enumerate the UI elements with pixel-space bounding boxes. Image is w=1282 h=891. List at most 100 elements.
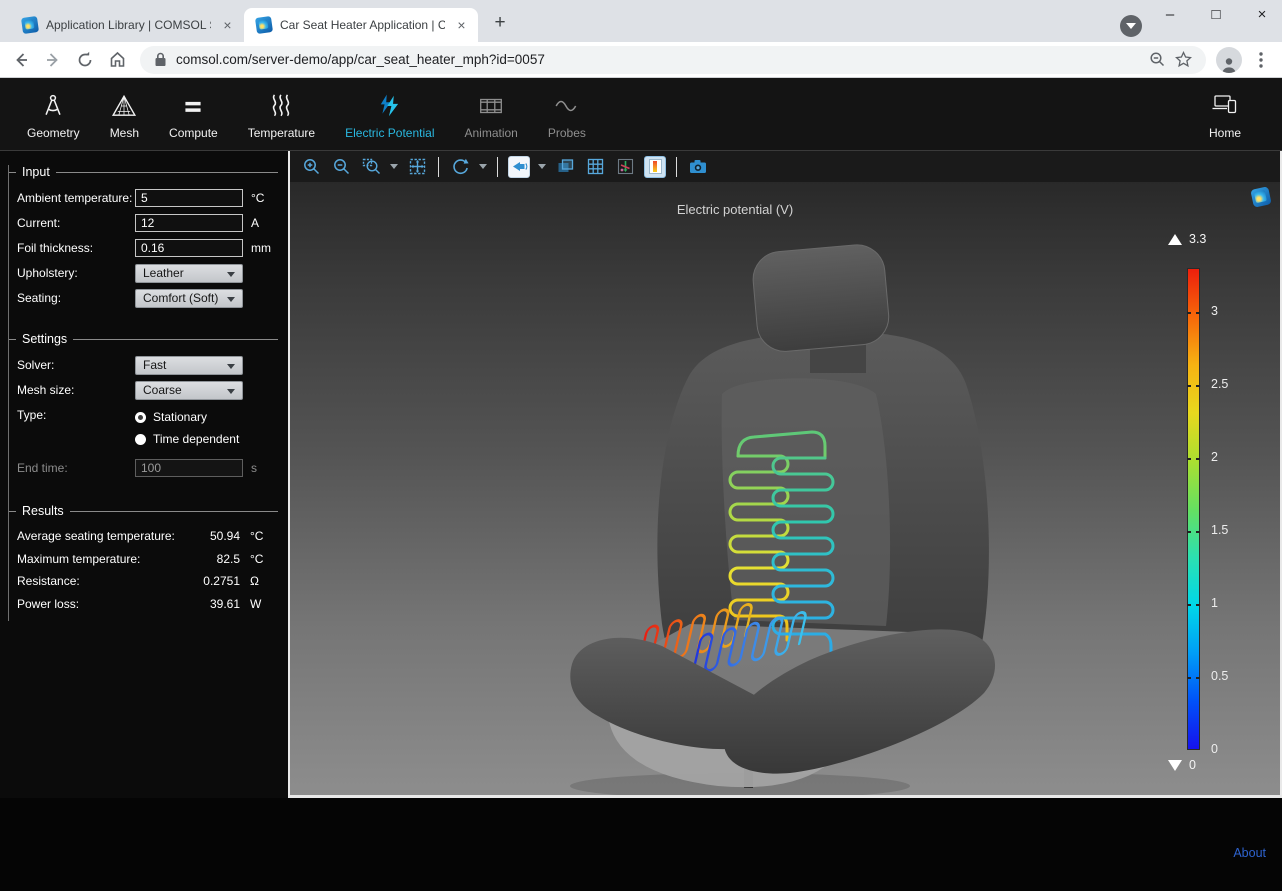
solver-dropdown[interactable]: Fast [135, 356, 243, 375]
mesh-size-dropdown[interactable]: Coarse [135, 381, 243, 400]
colorbar [1187, 268, 1200, 750]
mesh-size-label: Mesh size: [17, 383, 135, 397]
radio-button-icon[interactable] [135, 412, 146, 423]
result-row-maximum-temperature: Maximum temperature: 82.5 °C [9, 548, 288, 571]
transparency-button[interactable] [554, 156, 576, 178]
ribbon-item-compute[interactable]: Compute [154, 89, 233, 140]
rotate-view-button[interactable] [449, 156, 471, 178]
result-value: 0.2751 [203, 574, 240, 588]
browser-tab-strip: Application Library | COMSOL Se × Car Se… [0, 0, 1282, 42]
ribbon-label: Temperature [248, 126, 315, 140]
upholstery-label: Upholstery: [17, 266, 135, 280]
app-ribbon: Geometry Mesh Compute Temperature Elec [0, 78, 1282, 150]
colorbar-tick: 1.5 [1211, 523, 1251, 537]
plot-canvas[interactable]: Electric potential (V) [290, 182, 1280, 795]
browser-tab-application-library[interactable]: Application Library | COMSOL Se × [10, 8, 244, 42]
ribbon-item-probes: Probes [533, 89, 601, 140]
radio-time-dependent[interactable]: Time dependent [135, 428, 239, 450]
unit-label: mm [251, 241, 277, 255]
color-legend-icon [649, 159, 662, 174]
graphics-toolbar [290, 151, 1280, 182]
tab-close-icon[interactable]: × [219, 17, 236, 34]
triangle-down-icon [1168, 760, 1182, 771]
unit-label: °C [250, 529, 274, 543]
radio-label: Time dependent [153, 432, 239, 446]
compass-icon [40, 89, 66, 119]
ribbon-item-electric-potential[interactable]: Electric Potential [330, 89, 449, 140]
sine-wave-icon [554, 89, 580, 119]
profile-avatar[interactable] [1216, 47, 1242, 73]
radio-button-icon[interactable] [135, 434, 146, 445]
screenshot-camera-button[interactable] [687, 156, 709, 178]
close-button[interactable]: × [1252, 6, 1272, 23]
radio-stationary[interactable]: Stationary [135, 406, 239, 428]
zoom-out-indicator-icon[interactable] [1149, 51, 1166, 68]
ribbon-label: Geometry [27, 126, 80, 140]
colorbar-tick: 2 [1211, 450, 1251, 464]
address-bar[interactable]: comsol.com/server-demo/app/car_seat_heat… [140, 46, 1206, 74]
ribbon-item-mesh[interactable]: Mesh [95, 89, 154, 140]
car-seat-3d-plot[interactable] [290, 194, 1280, 795]
results-section-header: Results [9, 504, 278, 518]
seat-back-insert [722, 378, 890, 626]
seat-headrest [751, 243, 891, 354]
zoom-box-dropdown-caret[interactable] [390, 164, 398, 173]
current-input[interactable] [135, 214, 243, 232]
ribbon-item-home[interactable]: Home [1194, 89, 1256, 140]
plot-settings-button[interactable] [614, 156, 636, 178]
rotate-dropdown-caret[interactable] [479, 164, 487, 173]
tab-close-icon[interactable]: × [453, 17, 470, 34]
lightning-bolts-icon [377, 89, 403, 119]
minimize-button[interactable]: – [1160, 6, 1180, 23]
color-legend-button[interactable] [644, 156, 666, 178]
ribbon-item-temperature[interactable]: Temperature [233, 89, 330, 140]
seating-label: Seating: [17, 291, 135, 305]
url-text[interactable]: comsol.com/server-demo/app/car_seat_heat… [176, 52, 1140, 67]
scene-light-button[interactable] [508, 156, 530, 178]
zoom-extents-button[interactable] [406, 156, 428, 178]
unit-label: °C [250, 552, 274, 566]
scene-light-dropdown-caret[interactable] [538, 164, 546, 173]
type-label: Type: [17, 406, 135, 422]
reload-button[interactable] [72, 47, 98, 73]
kebab-menu-icon[interactable] [1248, 47, 1274, 73]
browser-tab-car-seat-heater[interactable]: Car Seat Heater Application | CO × [244, 8, 478, 42]
ribbon-item-geometry[interactable]: Geometry [12, 89, 95, 140]
result-value: 39.61 [210, 597, 240, 611]
grid-button[interactable] [584, 156, 606, 178]
seating-dropdown[interactable]: Comfort (Soft) [135, 289, 243, 308]
graphics-panel: Electric potential (V) [288, 151, 1282, 798]
colorbar-tick: 2.5 [1211, 377, 1251, 391]
ribbon-label: Compute [169, 126, 218, 140]
upholstery-dropdown[interactable]: Leather [135, 264, 243, 283]
maximize-button[interactable]: □ [1206, 6, 1226, 23]
ribbon-label: Probes [548, 126, 586, 140]
heat-waves-icon [268, 89, 294, 119]
home-button[interactable] [104, 47, 130, 73]
result-label: Maximum temperature: [17, 552, 140, 566]
about-link[interactable]: About [1233, 846, 1266, 860]
colorbar-tick: 0.5 [1211, 669, 1251, 683]
current-label: Current: [17, 216, 135, 230]
mesh-triangle-icon [111, 89, 137, 119]
foil-thickness-input[interactable] [135, 239, 243, 257]
ribbon-item-animation: Animation [449, 89, 532, 140]
foil-thickness-label: Foil thickness: [17, 241, 135, 255]
zoom-box-button[interactable] [360, 156, 382, 178]
app-footer: About [0, 798, 1282, 891]
new-tab-button[interactable]: + [486, 9, 514, 37]
unit-label: A [251, 216, 277, 230]
triangle-up-icon [1168, 234, 1182, 245]
chevron-down-circle-icon[interactable] [1120, 15, 1142, 37]
result-row-resistance: Resistance: 0.2751 Ω [9, 570, 288, 593]
settings-section-header: Settings [9, 332, 278, 346]
zoom-in-button[interactable] [300, 156, 322, 178]
ambient-temperature-input[interactable] [135, 189, 243, 207]
zoom-out-button[interactable] [330, 156, 352, 178]
bookmark-star-icon[interactable] [1175, 51, 1192, 68]
forward-button[interactable] [40, 47, 66, 73]
back-button[interactable] [8, 47, 34, 73]
result-label: Resistance: [17, 574, 80, 588]
section-title: Input [22, 165, 50, 179]
radio-label: Stationary [153, 410, 207, 424]
